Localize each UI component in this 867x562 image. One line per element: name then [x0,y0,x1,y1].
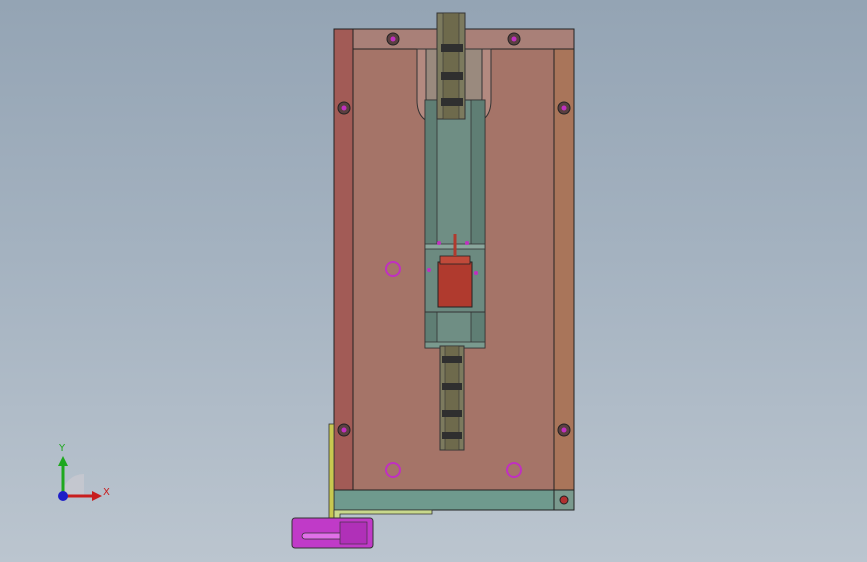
bolt-left-upper-center [341,105,347,111]
bottom-spring-link-1 [442,356,462,363]
bolt-top-left-center [390,36,396,42]
bottom-spring-link-3 [442,410,462,417]
slider-hole-3 [427,268,431,272]
left-side-strip[interactable] [333,28,354,491]
bolt-right-upper-center [561,105,567,111]
triad-y-arrow [58,456,68,466]
bolt-top-right-center [511,36,517,42]
guide-hole-bottom-right-center [511,467,517,473]
bottom-rail[interactable] [333,489,575,511]
red-slider-cap [439,255,471,265]
top-spring-link-2 [441,72,463,80]
guide-hole-bottom-left-center [390,467,396,473]
bolt-left-lower-center [341,427,347,433]
bottom-spring-link-4 [442,432,462,439]
triad-y-label: Y [59,443,66,454]
triad-x-label: X [103,487,110,498]
top-spring-link-1 [441,44,463,52]
coordinate-triad [58,456,102,501]
cad-viewport[interactable]: Y X [0,0,867,562]
mold-assembly-model[interactable] [0,0,867,562]
red-slider[interactable] [437,261,473,308]
bolt-right-lower-center [561,427,567,433]
slider-hole-1 [437,241,441,245]
slider-hole-4 [474,271,478,275]
guide-hole-middle-center [390,266,396,272]
slider-hole-2 [465,241,469,245]
triad-x-arrow [92,491,102,501]
rail-end-hole [559,495,569,505]
bottom-spring-link-2 [442,383,462,390]
handle-inner [339,521,368,545]
top-spring-link-3 [441,98,463,106]
triad-z-axis [58,491,68,501]
